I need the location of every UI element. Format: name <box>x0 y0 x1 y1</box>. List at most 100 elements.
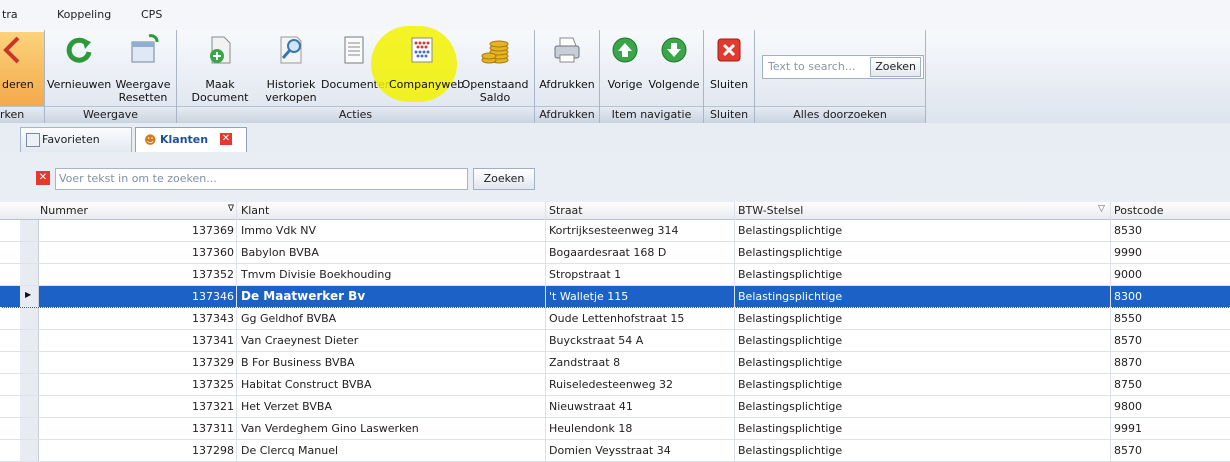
ribbon-group-afdrukken: Afdrukken Afdrukken <box>535 30 600 123</box>
cell-btw-stelsel: Belastingsplichtige <box>738 400 843 413</box>
up-arrow-icon <box>612 37 638 63</box>
cell-klant: Habitat Construct BVBA <box>241 378 372 391</box>
next-button[interactable]: Volgende <box>648 32 700 108</box>
reset-view-button[interactable]: Weergave Resetten <box>113 32 173 108</box>
cell-nummer: 137325 <box>192 378 234 391</box>
companyweb-icon <box>411 37 433 63</box>
table-row[interactable]: 137369 Immo Vdk NV Kortrijksesteenweg 314 B… <box>0 220 1230 242</box>
table-row[interactable]: 137311 Van Verdeghem Gino Laswerken Heulen… <box>0 418 1230 440</box>
row-selector[interactable] <box>20 264 39 285</box>
cell-btw-stelsel: Belastingsplichtige <box>738 312 843 325</box>
ribbon-group-sluiten: Sluiten Sluiten <box>704 30 755 123</box>
table-row[interactable]: 137298 De Clercq Manuel Domien Veysstraat … <box>0 440 1230 462</box>
row-selector[interactable] <box>20 242 39 263</box>
cell-nummer: 137341 <box>192 334 234 347</box>
table-row[interactable]: 137329 B For Business BVBA Zandstraat 8 Bel… <box>0 352 1230 374</box>
cell-nummer: 137360 <box>192 246 234 259</box>
cell-btw-stelsel: Belastingsplichtige <box>738 378 843 391</box>
column-header-nummer[interactable]: Nummer <box>40 204 88 217</box>
row-selector[interactable] <box>20 220 39 241</box>
print-button[interactable]: Afdrukken <box>537 32 597 108</box>
cell-btw-stelsel: Belastingsplichtige <box>738 224 843 237</box>
cell-postcode: 8530 <box>1114 224 1142 237</box>
cell-straat: Stropstraat 1 <box>549 268 622 281</box>
row-selector[interactable] <box>20 418 39 439</box>
coins-icon <box>481 40 509 64</box>
row-selector[interactable] <box>20 308 39 329</box>
cell-klant: Van Craeynest Dieter <box>241 334 359 347</box>
make-document-button[interactable]: Maak Document▾ <box>179 32 261 117</box>
global-search-input[interactable]: Text to search... <box>768 60 855 73</box>
ribbon-group-weergave: Vernieuwen Weergave Resetten Weergave <box>45 30 177 123</box>
table-row[interactable]: 137352 Tmvm Divisie Boekhouding Stropstraa… <box>0 264 1230 286</box>
close-icon <box>717 38 741 62</box>
cell-postcode: 9000 <box>1114 268 1142 281</box>
reset-view-icon <box>131 34 159 63</box>
table-row[interactable]: ▶ 137346 De Maatwerker Bv 't Walletje 115 Be… <box>0 286 1230 308</box>
table-row[interactable]: 137325 Habitat Construct BVBA Ruiseledeste… <box>0 374 1230 396</box>
grid-line <box>545 202 546 461</box>
table-header: Nummer ∇ Klant Straat BTW-Stelsel ▽ Post… <box>0 202 1230 220</box>
tab-klanten[interactable]: ☻ Klanten ✕ <box>135 127 247 152</box>
row-selector[interactable] <box>20 374 39 395</box>
customers-icon: ☻ <box>144 133 157 147</box>
document-tabs: Favorieten ☻ Klanten ✕ <box>0 123 1230 154</box>
close-tab-icon[interactable]: ✕ <box>220 133 232 145</box>
cell-straat: Oude Lettenhofstraat 15 <box>549 312 685 325</box>
cell-postcode: 8300 <box>1114 290 1142 303</box>
cell-straat: Heulendonk 18 <box>549 422 633 435</box>
close-button[interactable]: Sluiten <box>706 32 752 108</box>
row-selector[interactable] <box>20 396 39 417</box>
cell-postcode: 9991 <box>1114 422 1142 435</box>
grid-line <box>236 202 237 461</box>
table-row[interactable]: 137360 Babylon BVBA Bogaardesraat 168 D Bel… <box>0 242 1230 264</box>
cell-btw-stelsel: Belastingsplichtige <box>738 246 843 259</box>
menu-item-extra[interactable]: tra <box>2 8 18 21</box>
filter-input[interactable]: Voer tekst in om te zoeken... <box>55 168 468 190</box>
table-row[interactable]: 137341 Van Craeynest Dieter Buyckstraat 54… <box>0 330 1230 352</box>
column-header-postcode[interactable]: Postcode <box>1114 204 1164 217</box>
previous-button[interactable]: Vorige <box>604 32 646 108</box>
global-search-box[interactable]: Text to search... Zoeken <box>762 55 924 79</box>
column-header-straat[interactable]: Straat <box>549 204 583 217</box>
tab-favorieten[interactable]: Favorieten <box>20 127 132 152</box>
outstanding-balance-button[interactable]: Openstaand Saldo <box>459 32 531 108</box>
column-header-klant[interactable]: Klant <box>241 204 269 217</box>
ribbon: deren rken Vernieuwen Weergave Resetten … <box>0 26 1230 123</box>
menu-item-cps[interactable]: CPS <box>141 8 162 21</box>
cell-postcode: 9800 <box>1114 400 1142 413</box>
cell-klant: Gg Geldhof BVBA <box>241 312 337 325</box>
companyweb-button[interactable]: Companyweb <box>389 32 464 108</box>
back-button[interactable]: deren <box>0 32 44 108</box>
global-search-button[interactable]: Zoeken <box>870 57 921 77</box>
refresh-button[interactable]: Vernieuwen <box>47 32 111 108</box>
cell-nummer: 137298 <box>192 444 234 457</box>
sales-history-button[interactable]: Historiek verkopen <box>263 32 319 108</box>
filter-search-button[interactable]: Zoeken <box>473 168 535 190</box>
row-selector[interactable] <box>20 330 39 351</box>
table-row[interactable]: 137321 Het Verzet BVBA Nieuwstraat 41 Belas… <box>0 396 1230 418</box>
ribbon-group-item-navigatie: Vorige Volgende Item navigatie <box>600 30 704 123</box>
menu-item-koppeling[interactable]: Koppeling <box>57 8 111 21</box>
cell-postcode: 8570 <box>1114 334 1142 347</box>
cell-straat: Ruiseledesteenweg 32 <box>549 378 674 391</box>
cell-straat: Kortrijksesteenweg 314 <box>549 224 679 237</box>
table-row[interactable]: 137343 Gg Geldhof BVBA Oude Lettenhofstraa… <box>0 308 1230 330</box>
cell-straat: Nieuwstraat 41 <box>549 400 633 413</box>
cell-klant: Babylon BVBA <box>241 246 319 259</box>
cell-nummer: 137352 <box>192 268 234 281</box>
grid-line <box>1110 202 1111 461</box>
clear-icon[interactable]: ✕ <box>36 171 50 185</box>
row-selector[interactable] <box>20 440 39 461</box>
cell-btw-stelsel: Belastingsplichtige <box>738 356 843 369</box>
cell-nummer: 137329 <box>192 356 234 369</box>
cell-klant: De Clercq Manuel <box>241 444 339 457</box>
cell-klant: Van Verdeghem Gino Laswerken <box>241 422 419 435</box>
row-selector[interactable]: ▶ <box>20 286 39 307</box>
cell-btw-stelsel: Belastingsplichtige <box>738 290 843 303</box>
cell-klant: Immo Vdk NV <box>241 224 317 237</box>
refresh-icon <box>66 37 92 63</box>
cell-postcode: 8550 <box>1114 312 1142 325</box>
column-header-btw-stelsel[interactable]: BTW-Stelsel <box>738 204 803 217</box>
row-selector[interactable] <box>20 352 39 373</box>
